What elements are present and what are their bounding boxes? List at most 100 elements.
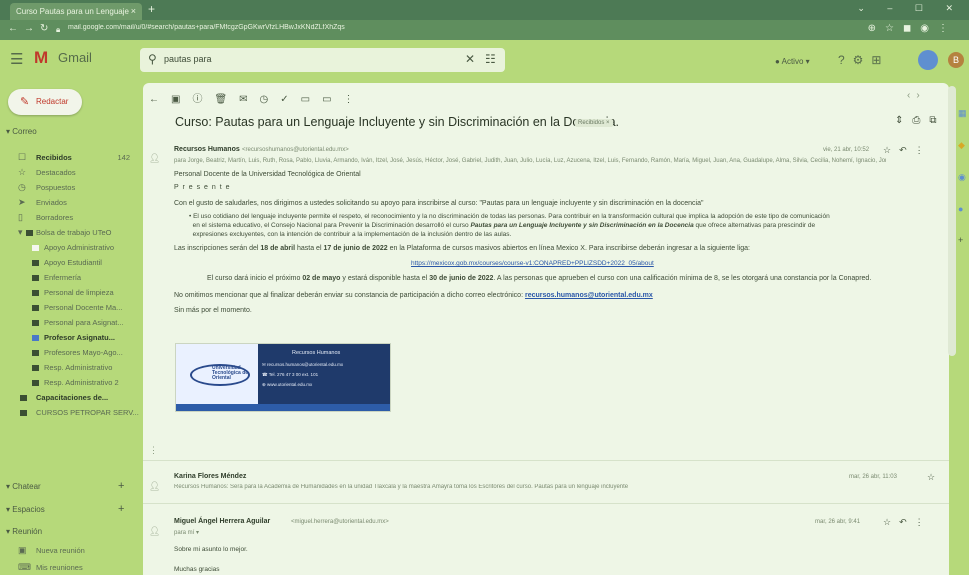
banner-footer-bar <box>176 404 390 411</box>
sidebar-item-destacados[interactable]: ☆ Destacados <box>18 167 130 179</box>
address-bar: ← → ↻ 🔒︎ mail.google.com/mail/u/0/#searc… <box>0 20 969 40</box>
label-icon <box>32 290 39 296</box>
sidebar-item-pospuestos[interactable]: ◷ Pospuestos <box>18 182 130 194</box>
message-line: Muchas gracias <box>174 566 220 573</box>
sidebar-item-label[interactable]: Resp. Administrativo <box>30 362 130 374</box>
sender-name: Karina Flores Méndez <box>174 473 247 480</box>
calendar-icon[interactable]: ▦ <box>958 108 967 119</box>
forward-icon[interactable]: → <box>24 23 34 34</box>
draft-icon: ▯ <box>18 212 23 222</box>
new-tab-button[interactable]: + <box>148 2 155 16</box>
tab-close-icon[interactable]: × <box>131 6 136 16</box>
section-correo[interactable]: ▾ Correo <box>6 127 37 136</box>
sidebar-item-label[interactable]: Apoyo Estudiantil <box>30 257 130 269</box>
pager-icons[interactable]: ‹› <box>907 90 926 101</box>
section-spaces[interactable]: ▾ Espacios + <box>6 503 124 515</box>
sidebar-item-label[interactable]: CURSOS PETROPAR SERV... <box>18 407 139 419</box>
message-date: mar, 26 abr, 9:41 <box>815 519 861 525</box>
url-field[interactable]: mail.google.com/mail/u/0/#search/pautas+… <box>68 24 828 37</box>
label-icon <box>32 275 39 281</box>
label-chip[interactable]: Recibidos × <box>575 119 613 127</box>
course-link[interactable]: https://mexicox.gob.mx/courses/course-v1… <box>411 260 654 267</box>
keep-icon[interactable]: ◆ <box>958 140 967 151</box>
sidebar-item-label[interactable]: Apoyo Administrativo <box>30 242 130 254</box>
back-icon[interactable]: ← <box>8 23 18 34</box>
greeting: Personal Docente de la Universidad Tecno… <box>174 171 361 178</box>
sidebar-item-enviados[interactable]: ➤ Enviados <box>18 197 130 209</box>
browser-extension-icons[interactable]: ⊕☆◼◉⋮ <box>868 23 957 34</box>
message-actions[interactable]: ☆↶⋮ <box>883 517 932 528</box>
star-icon[interactable]: ☆ <box>927 472 943 483</box>
sender-email: <miguel.herrera@utoriental.edu.mx> <box>291 519 389 525</box>
bullet-line: • El uso cotidiano del lenguaje incluyen… <box>189 213 830 220</box>
compose-button[interactable]: ✎ Redactar <box>8 89 82 115</box>
message-snippet: Recursos Humanos: Será para la Academia … <box>174 484 629 490</box>
search-icon[interactable]: ⚲ <box>148 52 157 66</box>
sidebar-item-my-meetings[interactable]: ⌨ Mis reuniones <box>18 562 130 574</box>
clear-search-icon[interactable]: ✕ <box>465 52 475 66</box>
recipients[interactable]: para Jorge, Beatriz, Martín, Luis, Ruth,… <box>174 157 886 164</box>
label-icon <box>32 365 39 371</box>
main-menu-icon[interactable]: ☰ <box>10 50 23 68</box>
sidebar-item-new-meeting[interactable]: ▣ Nueva reunión <box>18 545 130 557</box>
scrollbar[interactable] <box>948 86 956 356</box>
add-addon-icon[interactable]: + <box>958 235 967 245</box>
avatar[interactable]: B <box>948 52 964 68</box>
lock-icon: 🔒︎ <box>56 25 61 34</box>
signature-banner: Universidad Tecnológica de Oriental Recu… <box>175 343 391 412</box>
sidebar-item-bolsa[interactable]: ▾ Bolsa de trabajo UTeO <box>18 227 130 239</box>
email-toolbar[interactable]: ←▣ⓘ🗑︎✉◷✓▭▭⋮ <box>149 90 366 105</box>
subject-icons[interactable]: ⇕⎙⧉ <box>895 115 946 126</box>
search-options-icon[interactable]: ☷ <box>485 52 496 66</box>
sidebar-item-label[interactable]: Enfermería <box>30 272 130 284</box>
banner-line: ⊕ www.utoriental.edu.mx <box>262 382 313 387</box>
clock-icon: ◷ <box>18 182 26 192</box>
paragraph: Las inscripciones serán del 18 de abril … <box>174 245 750 252</box>
presente: P r e s e n t e <box>174 184 231 191</box>
paragraph: No omitimos mencionar que al finalizar d… <box>174 292 653 299</box>
status-dropdown[interactable]: ● Activo ▾ <box>775 57 810 66</box>
section-chat[interactable]: ▾ Chatear + <box>6 480 124 492</box>
banner-logo-area: Universidad Tecnológica de Oriental <box>176 344 271 411</box>
reload-icon[interactable]: ↻ <box>40 23 48 34</box>
search-bar[interactable]: ⚲ pautas para ✕ ☷ <box>140 48 505 72</box>
keyboard-icon: ⌨ <box>18 562 31 572</box>
tasks-icon[interactable]: ◉ <box>958 172 967 183</box>
sidebar-item-label[interactable]: Profesores Mayo-Ago... <box>30 347 130 359</box>
section-meet[interactable]: ▾ Reunión <box>6 527 42 536</box>
tab-title: Curso Pautas para un Lenguaje <box>16 7 129 16</box>
email-link[interactable]: recursos.humanos@utoriental.edu.mx <box>525 292 653 299</box>
add-chat-icon: + <box>118 480 125 492</box>
email-subject: Curso: Pautas para un Lenguaje Incluyent… <box>175 115 619 129</box>
message-actions[interactable]: ☆↶⋮ <box>883 145 932 156</box>
sidebar-item-label[interactable]: Capacitaciones de... <box>18 392 130 404</box>
sidebar-item-recibidos[interactable]: ☐ Recibidos 142 <box>18 152 130 164</box>
gmail-logo-icon[interactable]: M <box>34 48 48 68</box>
sidebar-item-borradores[interactable]: ▯ Borradores <box>18 212 130 224</box>
expand-trimmed-icon[interactable]: ⋮ <box>149 445 158 456</box>
sidebar-item-label[interactable]: Personal de limpieza <box>30 287 130 299</box>
avatar: 👤︎ <box>149 526 161 536</box>
header-icons[interactable]: ?⚙⊞ <box>838 53 890 67</box>
send-icon: ➤ <box>18 197 26 207</box>
search-input[interactable]: pautas para <box>164 54 212 64</box>
message-date: mar, 26 abr, 11:03 <box>849 474 897 480</box>
sidebar-item-label[interactable]: Personal para Asignat... <box>30 317 130 329</box>
recipients[interactable]: para mí ▾ <box>174 529 199 536</box>
sidebar-item-label[interactable]: Personal Docente Ma... <box>30 302 130 314</box>
browser-tab[interactable]: Curso Pautas para un Lenguaje × <box>10 3 142 20</box>
right-side-panel: ▦ ◆ ◉ ● + <box>958 108 967 266</box>
sender-name[interactable]: Miguel Ángel Herrera Aguilar <box>174 518 270 525</box>
sidebar-item-label[interactable]: Resp. Administrativo 2 <box>30 377 130 389</box>
avatar: 👤︎ <box>149 481 161 491</box>
browser-tab-bar: Curso Pautas para un Lenguaje × + ⌄ – ☐ … <box>0 0 969 20</box>
sidebar-item-label[interactable]: Profesor Asignatu... <box>30 332 130 344</box>
banner-logo-text: Universidad Tecnológica de Oriental <box>212 365 249 381</box>
window-controls[interactable]: ⌄ – ☐ ✕ <box>857 3 963 14</box>
video-icon: ▣ <box>18 545 27 555</box>
workspace-logo[interactable] <box>918 50 938 70</box>
expand-icon: ▾ <box>18 227 23 237</box>
label-icon <box>32 380 39 386</box>
contacts-icon[interactable]: ● <box>958 204 967 214</box>
sender-name[interactable]: Recursos Humanos <box>174 146 240 153</box>
